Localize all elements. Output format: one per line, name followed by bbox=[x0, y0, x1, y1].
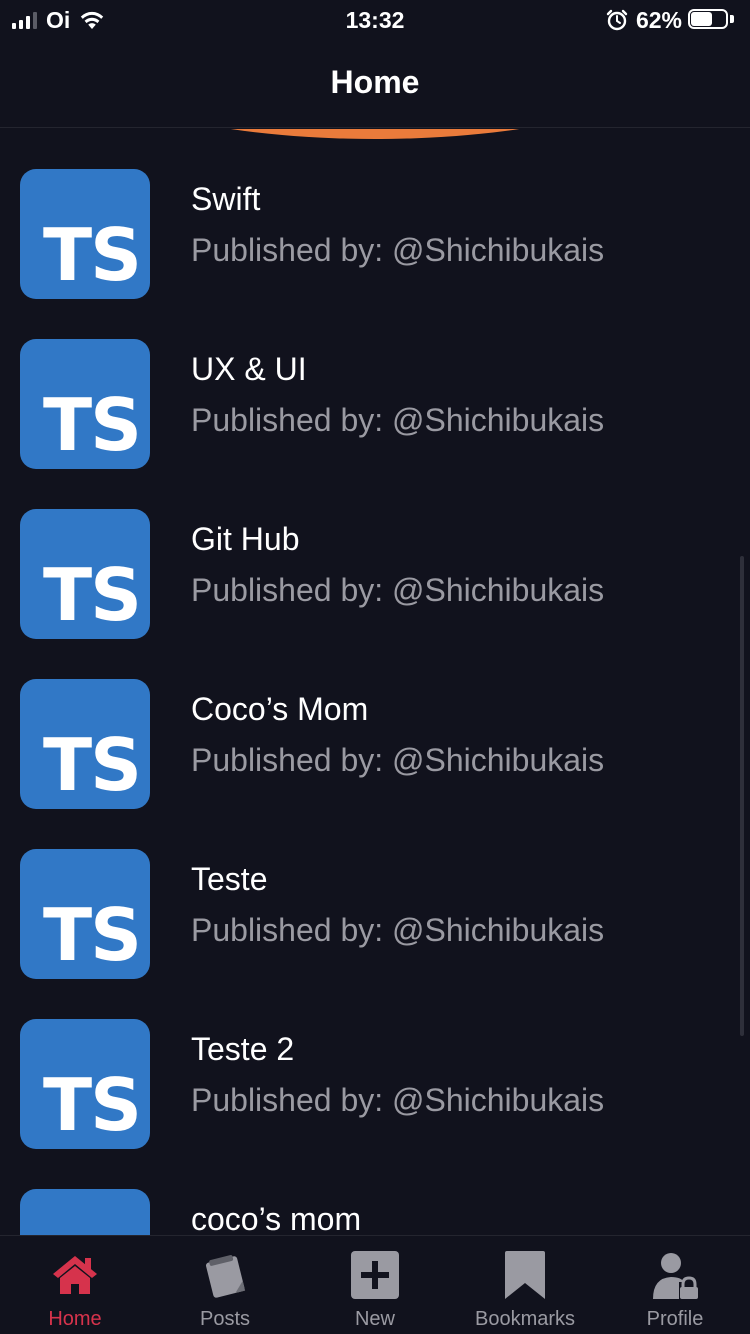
battery-percent: 62% bbox=[635, 7, 682, 33]
tab-home[interactable]: Home bbox=[0, 1236, 150, 1334]
alarm-icon bbox=[606, 9, 628, 31]
tab-new[interactable]: New bbox=[300, 1236, 450, 1334]
posts-icon bbox=[205, 1255, 246, 1298]
status-bar: Oi 13:32 62% bbox=[0, 0, 750, 40]
new-icon bbox=[351, 1251, 399, 1299]
typescript-icon: TS bbox=[20, 1019, 150, 1149]
post-author: Published by: @Shichibukais bbox=[191, 572, 605, 608]
post-list-item[interactable]: TS UX & UI Published by: @Shichibukais bbox=[0, 299, 750, 469]
typescript-icon-label: TS bbox=[43, 383, 142, 467]
tab-label: Posts bbox=[199, 1308, 251, 1330]
post-title: Coco’s Mom bbox=[191, 691, 369, 727]
post-author: Published by: @Shichibukais bbox=[191, 912, 605, 948]
typescript-icon-label: TS bbox=[43, 893, 142, 977]
post-title: Teste 2 bbox=[191, 1031, 295, 1067]
tab-profile[interactable]: Profile bbox=[600, 1236, 750, 1334]
post-list-item[interactable]: TS Git Hub Published by: @Shichibukais bbox=[0, 469, 750, 639]
typescript-icon: TS bbox=[20, 1189, 150, 1235]
typescript-icon-label: TS bbox=[43, 723, 142, 807]
typescript-icon-label: TS bbox=[43, 553, 142, 637]
post-list-item[interactable]: TS Swift Published by: @Shichibukais bbox=[0, 129, 750, 299]
post-list-item[interactable]: TS Teste Published by: @Shichibukais bbox=[0, 809, 750, 979]
post-list-item[interactable]: TS coco’s mom bbox=[0, 1149, 750, 1235]
typescript-icon: TS bbox=[20, 169, 150, 299]
post-list[interactable]: TS Swift Published by: @Shichibukais TS UX &… bbox=[0, 129, 750, 1235]
tab-posts[interactable]: Posts bbox=[150, 1236, 300, 1334]
typescript-icon: TS bbox=[20, 339, 150, 469]
navigation-bar: Home bbox=[0, 40, 750, 128]
post-author: Published by: @Shichibukais bbox=[191, 1082, 605, 1118]
scroll-indicator[interactable] bbox=[740, 556, 744, 1036]
typescript-icon-label: TS bbox=[43, 213, 142, 297]
post-title: Swift bbox=[191, 181, 261, 217]
post-title: coco’s mom bbox=[191, 1201, 362, 1235]
typescript-icon: TS bbox=[20, 849, 150, 979]
tab-label: New bbox=[354, 1308, 395, 1330]
post-title: UX & UI bbox=[191, 351, 307, 387]
typescript-icon: TS bbox=[20, 509, 150, 639]
profile-icon bbox=[653, 1253, 698, 1299]
tab-label: Bookmarks bbox=[474, 1308, 576, 1330]
home-icon bbox=[53, 1256, 97, 1294]
page-title: Home bbox=[330, 64, 420, 100]
post-title: Git Hub bbox=[191, 521, 300, 557]
bookmark-icon bbox=[505, 1251, 545, 1299]
post-list-item[interactable]: TS Coco’s Mom Published by: @Shichibukais bbox=[0, 639, 750, 809]
typescript-icon: TS bbox=[20, 679, 150, 809]
post-list-item[interactable]: TS Teste 2 Published by: @Shichibukais bbox=[0, 979, 750, 1149]
tab-label: Profile bbox=[646, 1308, 704, 1330]
tab-bar: Home Posts New Bookmarks Profile bbox=[0, 1235, 750, 1334]
battery-icon bbox=[688, 9, 736, 31]
post-author: Published by: @Shichibukais bbox=[191, 742, 605, 778]
typescript-icon-label: TS bbox=[43, 1063, 142, 1147]
post-author: Published by: @Shichibukais bbox=[191, 232, 605, 268]
tab-label: Home bbox=[48, 1308, 102, 1330]
post-author: Published by: @Shichibukais bbox=[191, 402, 605, 438]
post-title: Teste bbox=[191, 861, 268, 897]
tab-bookmarks[interactable]: Bookmarks bbox=[450, 1236, 600, 1334]
status-right: 62% bbox=[606, 6, 736, 34]
